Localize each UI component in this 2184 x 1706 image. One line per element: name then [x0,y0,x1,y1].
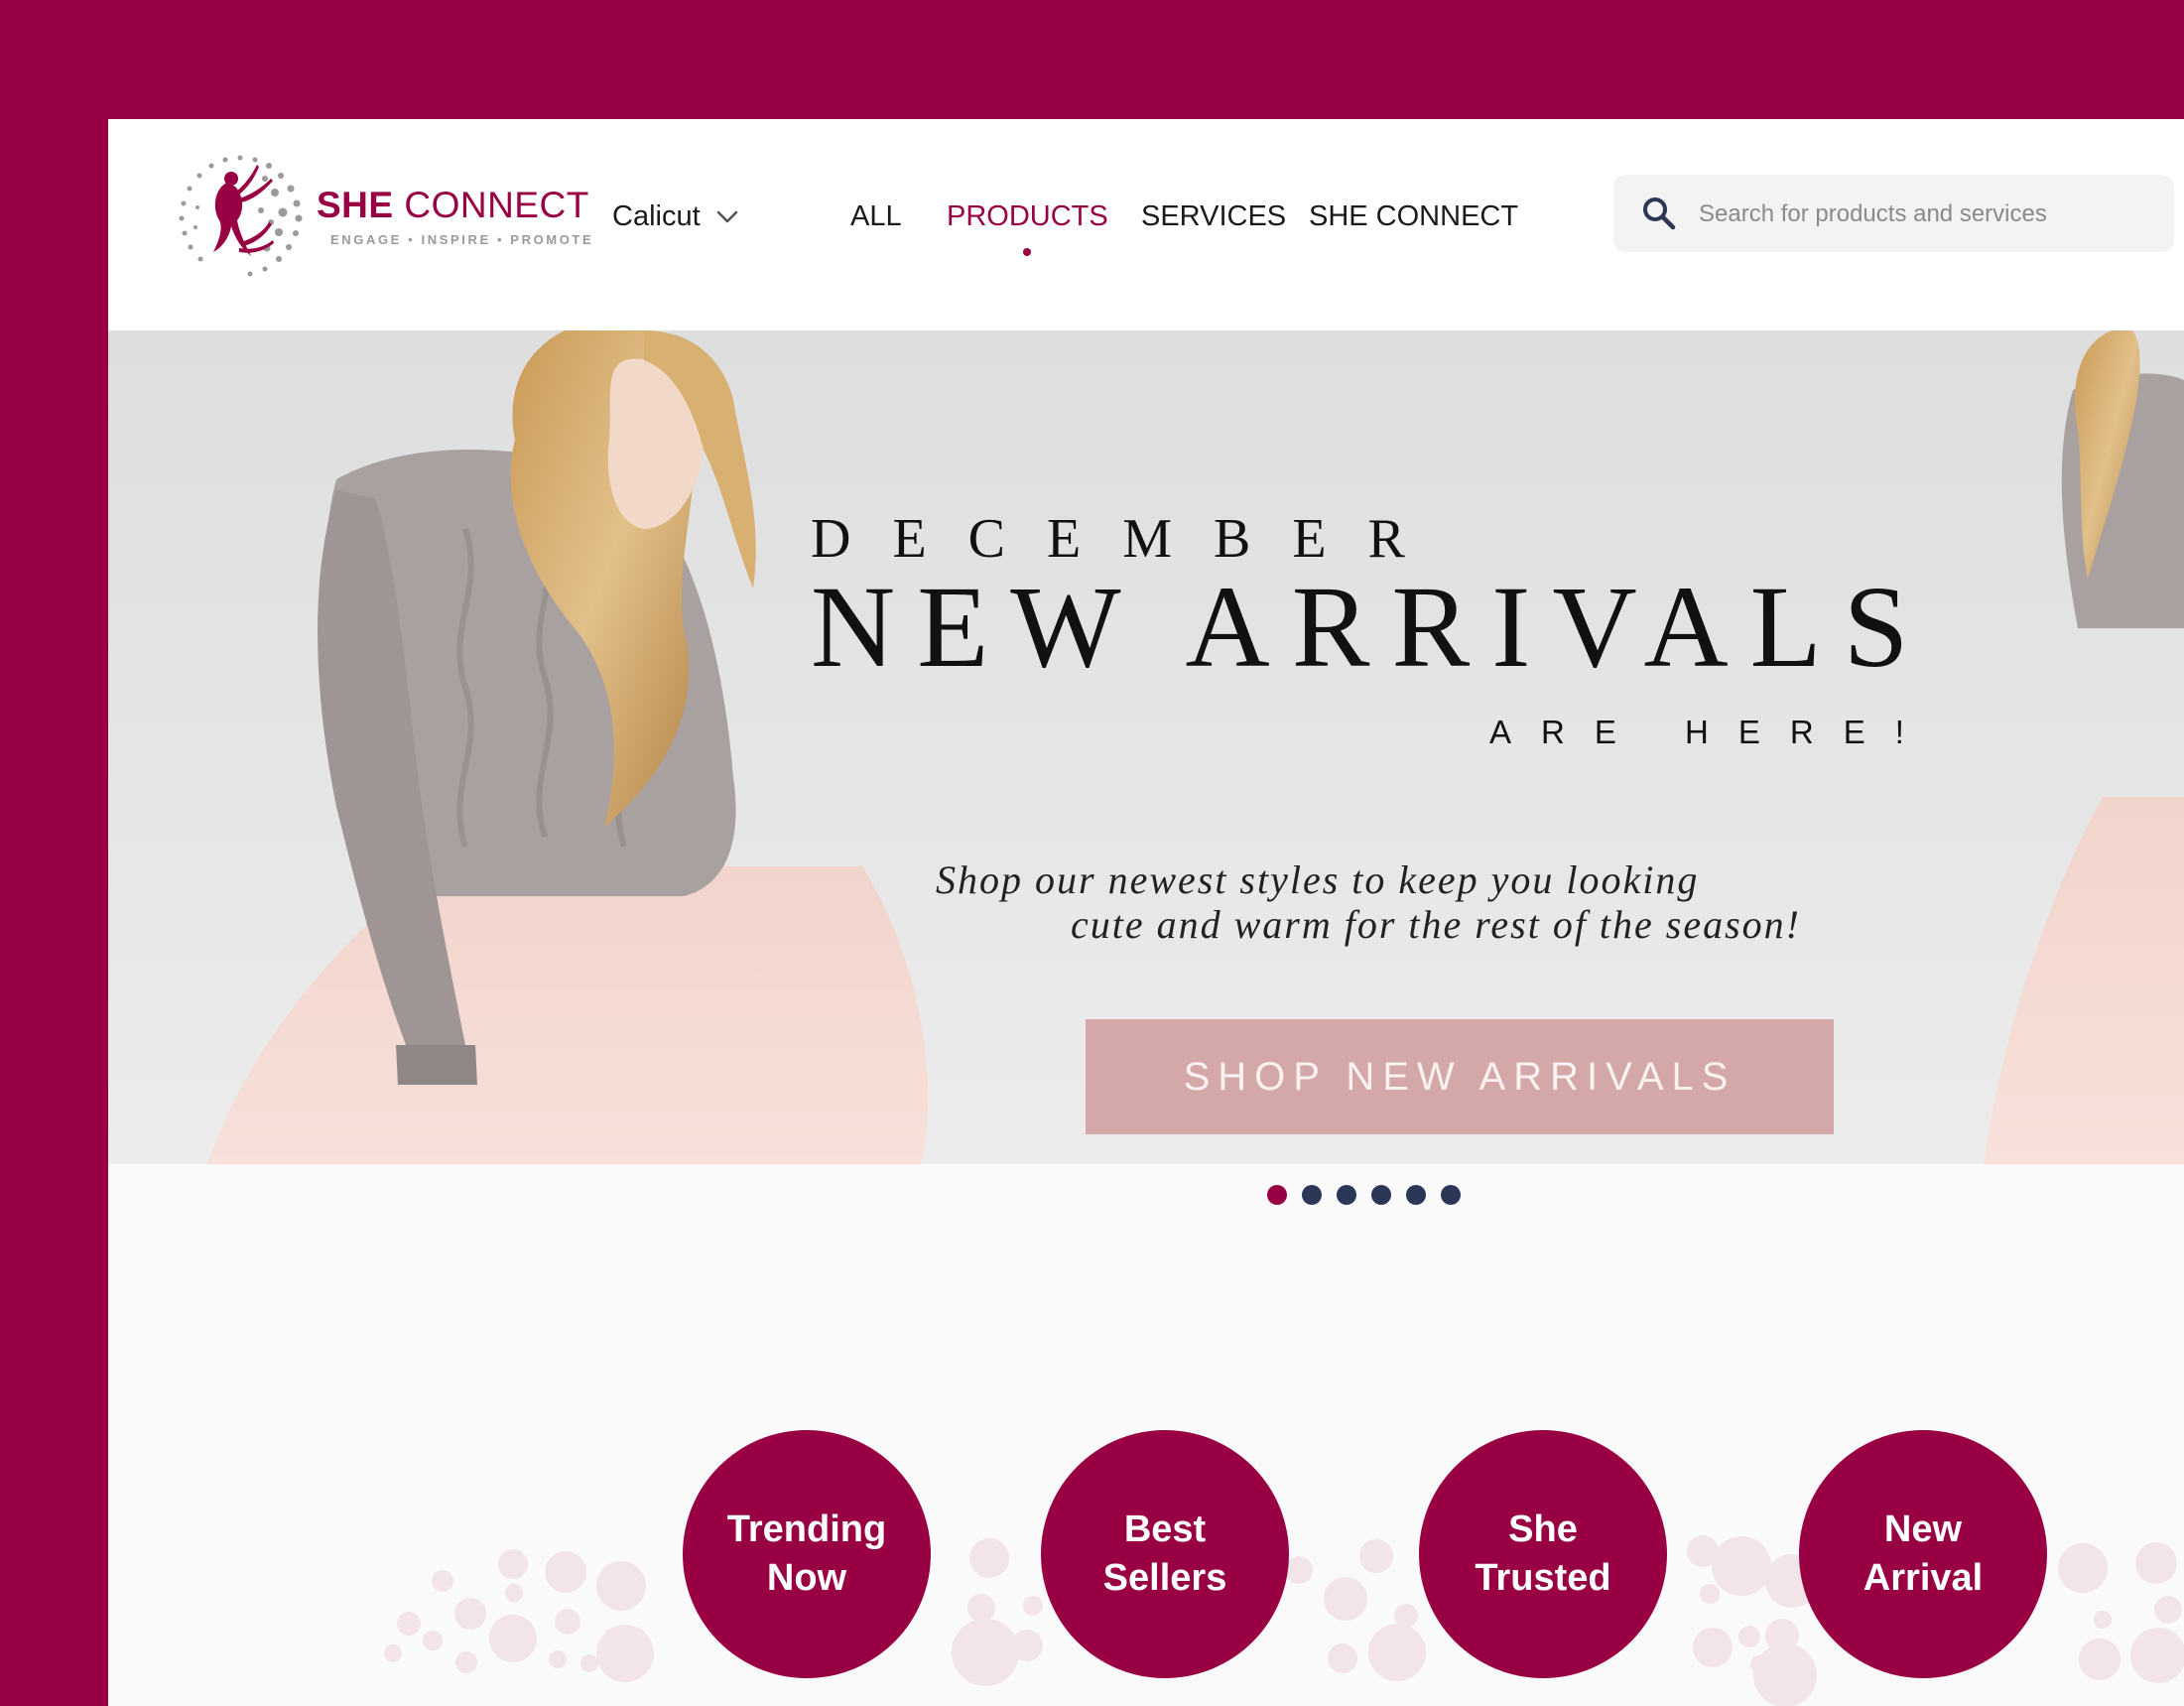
carousel-dot[interactable] [1406,1185,1426,1205]
app-page: SHE CONNECT ENGAGE • INSPIRE • PROMOTE C… [108,119,2184,1706]
hero-description-line2: cute and warm for the rest of the season… [1071,902,1802,947]
nav-all[interactable]: ALL [850,200,902,233]
site-header: SHE CONNECT ENGAGE • INSPIRE • PROMOTE C… [108,119,2184,330]
carousel-dot[interactable] [1302,1185,1322,1205]
search-input[interactable] [1697,189,2157,240]
brand-name: SHE CONNECT [317,185,589,225]
category-trending-now[interactable]: Trending Now [683,1430,931,1678]
nav-products[interactable]: PRODUCTS [947,200,1108,256]
hero-banner: DECEMBER NEW ARRIVALS ARE HERE! Shop our… [108,330,2184,1164]
nav-products-label: PRODUCTS [947,200,1108,232]
carousel-dot[interactable] [1441,1185,1461,1205]
category-she-trusted[interactable]: She Trusted [1419,1430,1667,1678]
carousel-indicators [1267,1185,1461,1205]
category-label: Best Sellers [1102,1508,1227,1599]
nav-she-connect[interactable]: SHE CONNECT [1309,200,1518,233]
location-label: Calicut [612,200,701,232]
category-new-arrival[interactable]: New Arrival [1799,1430,2047,1678]
active-indicator [1023,248,1032,256]
shop-new-arrivals-button[interactable]: SHOP NEW ARRIVALS [1086,1019,1834,1134]
location-selector[interactable]: Calicut [612,200,738,233]
brand-logo[interactable]: SHE CONNECT ENGAGE • INSPIRE • PROMOTE [176,153,592,282]
category-label: Trending Now [726,1508,887,1599]
carousel-dot[interactable] [1337,1185,1356,1205]
carousel-dot[interactable] [1267,1185,1287,1205]
category-label: New Arrival [1863,1508,1984,1599]
category-best-sellers[interactable]: Best Sellers [1041,1430,1289,1678]
brand-tagline: ENGAGE • INSPIRE • PROMOTE [330,232,594,247]
category-label: She Trusted [1475,1508,1611,1599]
search-bar [1613,175,2174,252]
she-connect-logo-icon [179,155,303,277]
chevron-down-icon [716,210,737,222]
carousel-dot[interactable] [1371,1185,1391,1205]
hero-subtitle: ARE HERE! [1489,714,1934,750]
search-icon[interactable] [1639,194,1679,233]
hero-description-line1: Shop our newest styles to keep you looki… [936,857,1700,902]
nav-services[interactable]: SERVICES [1141,200,1286,233]
hero-title: NEW ARRIVALS [811,562,1931,692]
